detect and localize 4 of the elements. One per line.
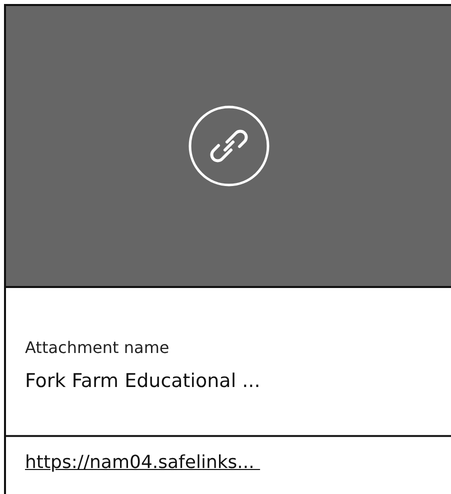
link-icon <box>186 104 270 188</box>
link[interactable]: https://nam04.safelinks... <box>25 452 260 473</box>
attachment-label: Attachment name <box>25 337 170 359</box>
attachment-name: Fork Farm Educational ... <box>25 369 260 393</box>
